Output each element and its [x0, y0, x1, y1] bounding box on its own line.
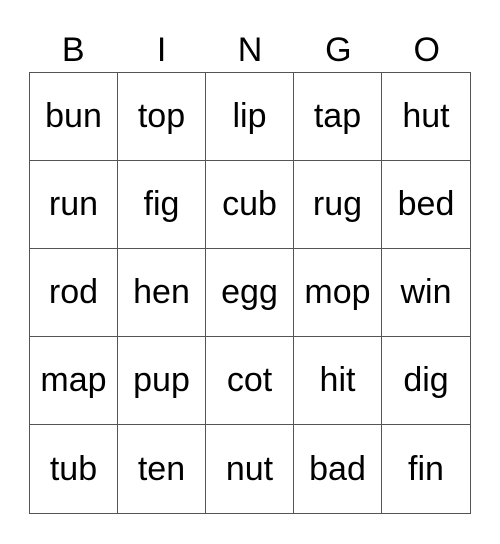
header-letter-g: G — [325, 31, 352, 69]
bingo-cell: cub — [206, 161, 294, 249]
bingo-cell: nut — [206, 425, 294, 513]
bingo-cell: ten — [118, 425, 206, 513]
bingo-cell: egg — [206, 249, 294, 337]
bingo-cell: run — [30, 161, 118, 249]
bingo-cell: mop — [294, 249, 382, 337]
bingo-cell: lip — [206, 73, 294, 161]
bingo-cell: win — [382, 249, 470, 337]
bingo-cell: dig — [382, 337, 470, 425]
bingo-cell: fin — [408, 449, 444, 488]
bingo-cell: bun — [30, 73, 118, 161]
bingo-cell: hit — [294, 337, 382, 425]
header-letter-n: N — [237, 31, 263, 69]
bingo-grid: bun top lip tap hut run fig cub rug bed rod hen egg m… — [29, 72, 471, 514]
bingo-cell: bed — [382, 161, 470, 249]
bingo-cell: fig — [118, 161, 206, 249]
header-letter-o: O — [413, 31, 440, 69]
bingo-cell: hut — [382, 73, 470, 161]
bingo-cell: map — [30, 337, 118, 425]
bingo-cell: rug — [294, 161, 382, 249]
bingo-header: BINGO — [29, 28, 471, 72]
bingo-cell: rod — [30, 249, 118, 337]
bingo-cell: tap — [294, 73, 382, 161]
header-letter-i: I — [156, 31, 167, 69]
bingo-cell: hen — [118, 249, 206, 337]
bingo-cell: cot — [206, 337, 294, 425]
header-letter-b: B — [61, 31, 85, 69]
bingo-cell: bad — [294, 425, 382, 513]
bingo-cell: top — [118, 73, 206, 161]
bingo-cell: pup — [118, 337, 206, 425]
bingo-cell: tub — [30, 425, 118, 513]
